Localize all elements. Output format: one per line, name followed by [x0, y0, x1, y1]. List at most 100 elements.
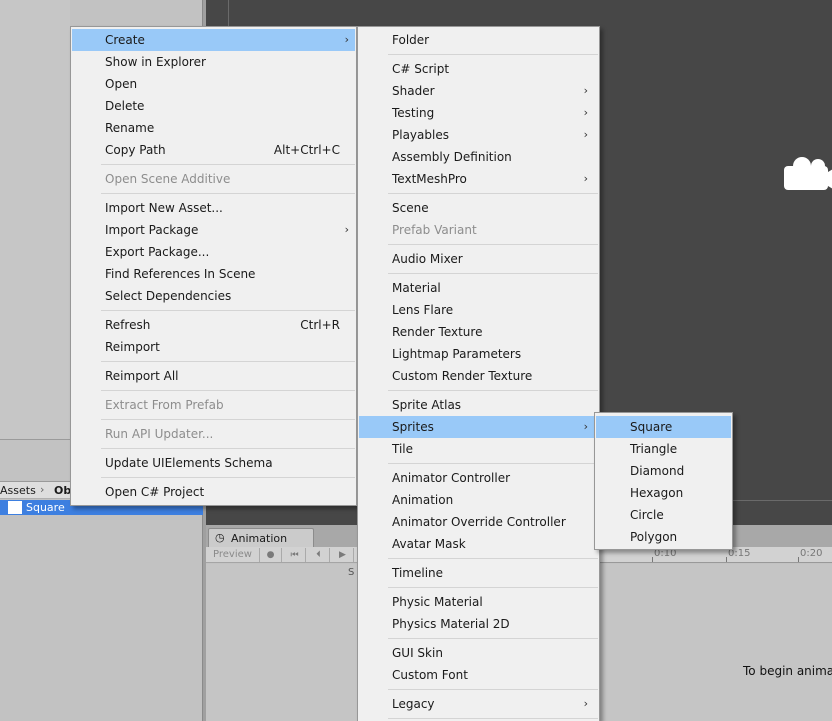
menu-item-label: Animator Override Controller — [392, 515, 566, 529]
menu-item-physics-material-2d[interactable]: Physics Material 2D — [359, 613, 598, 635]
timeline-tick-label: 0:20 — [800, 548, 823, 559]
menu-item-label: Scene — [392, 201, 429, 215]
menu-item-folder[interactable]: Folder — [359, 29, 598, 51]
menu-item-tile[interactable]: Tile — [359, 438, 598, 460]
menu-item-show-in-explorer[interactable]: Show in Explorer — [72, 51, 355, 73]
menu-item-open-csharp-project[interactable]: Open C# Project — [72, 481, 355, 503]
menu-item-shader[interactable]: Shader › — [359, 80, 598, 102]
menu-item-import-new-asset[interactable]: Import New Asset... — [72, 197, 355, 219]
menu-item-square[interactable]: Square — [596, 416, 731, 438]
menu-item-label: Create — [105, 33, 145, 47]
menu-item-circle[interactable]: Circle — [596, 504, 731, 526]
preview-button[interactable]: Preview — [208, 548, 260, 562]
menu-item-diamond[interactable]: Diamond — [596, 460, 731, 482]
menu-item-textmeshpro[interactable]: TextMeshPro › — [359, 168, 598, 190]
menu-item-refresh[interactable]: Refresh Ctrl+R — [72, 314, 355, 336]
menu-item-open-scene-additive: Open Scene Additive — [72, 168, 355, 190]
project-folder-pane — [0, 0, 70, 440]
play-button[interactable]: ▶ — [332, 548, 354, 562]
menu-item-label: Physic Material — [392, 595, 483, 609]
menu-item-import-package[interactable]: Import Package › — [72, 219, 355, 241]
menu-item-playables[interactable]: Playables › — [359, 124, 598, 146]
menu-item-run-api-updater: Run API Updater... — [72, 423, 355, 445]
menu-item-reimport[interactable]: Reimport — [72, 336, 355, 358]
menu-item-lightmap-parameters[interactable]: Lightmap Parameters — [359, 343, 598, 365]
animation-message: To begin anima — [743, 664, 832, 678]
menu-item-animator-override-controller[interactable]: Animator Override Controller — [359, 511, 598, 533]
menu-item-label: Import New Asset... — [105, 201, 223, 215]
menu-item-rename[interactable]: Rename — [72, 117, 355, 139]
chevron-right-icon: › — [583, 128, 588, 141]
menu-item-animator-controller[interactable]: Animator Controller — [359, 467, 598, 489]
menu-item-legacy[interactable]: Legacy › — [359, 693, 598, 715]
menu-item-custom-font[interactable]: Custom Font — [359, 664, 598, 686]
menu-item-audio-mixer[interactable]: Audio Mixer — [359, 248, 598, 270]
menu-item-shortcut: Alt+Ctrl+C — [273, 143, 340, 157]
tab-animation[interactable]: ◷ Animation — [208, 528, 314, 547]
menu-separator — [101, 477, 355, 478]
menu-item-label: Custom Render Texture — [392, 369, 533, 383]
breadcrumb-assets[interactable]: Assets — [0, 484, 36, 497]
menu-item-copy-path[interactable]: Copy Path Alt+Ctrl+C — [72, 139, 355, 161]
chevron-right-icon: › — [344, 33, 349, 46]
menu-item-export-package[interactable]: Export Package... — [72, 241, 355, 263]
menu-separator — [388, 587, 598, 588]
menu-item-triangle[interactable]: Triangle — [596, 438, 731, 460]
chevron-right-icon: › — [344, 223, 349, 236]
menu-item-label: Shader — [392, 84, 435, 98]
menu-item-sprite-atlas[interactable]: Sprite Atlas — [359, 394, 598, 416]
menu-item-label: Tile — [392, 442, 414, 456]
menu-separator — [101, 448, 355, 449]
menu-item-render-texture[interactable]: Render Texture — [359, 321, 598, 343]
menu-item-scene[interactable]: Scene — [359, 197, 598, 219]
menu-item-label: Triangle — [630, 442, 678, 456]
menu-item-label: GUI Skin — [392, 646, 443, 660]
prev-keyframe-icon[interactable]: ⏴ — [308, 548, 330, 562]
menu-item-gui-skin[interactable]: GUI Skin — [359, 642, 598, 664]
menu-item-polygon[interactable]: Polygon — [596, 526, 731, 548]
menu-item-hexagon[interactable]: Hexagon — [596, 482, 731, 504]
create-submenu: Folder C# Script Shader › Testing › Playab… — [357, 26, 600, 721]
animation-cut-label: S — [348, 567, 355, 578]
breadcrumb-folder[interactable]: Ob — [54, 484, 71, 497]
menu-item-extract-from-prefab: Extract From Prefab — [72, 394, 355, 416]
menu-item-lens-flare[interactable]: Lens Flare — [359, 299, 598, 321]
menu-item-label: Physics Material 2D — [392, 617, 510, 631]
menu-item-update-uielements-schema[interactable]: Update UIElements Schema — [72, 452, 355, 474]
timeline-tick — [652, 557, 653, 562]
menu-item-testing[interactable]: Testing › — [359, 102, 598, 124]
first-keyframe-icon[interactable]: ⏮ — [284, 548, 306, 562]
menu-item-assembly-definition[interactable]: Assembly Definition — [359, 146, 598, 168]
chevron-right-icon: › — [583, 106, 588, 119]
menu-separator — [388, 244, 598, 245]
menu-item-label: Show in Explorer — [105, 55, 206, 69]
menu-item-reimport-all[interactable]: Reimport All — [72, 365, 355, 387]
menu-item-material[interactable]: Material — [359, 277, 598, 299]
menu-item-label: Render Texture — [392, 325, 483, 339]
menu-item-timeline[interactable]: Timeline — [359, 562, 598, 584]
menu-item-label: Update UIElements Schema — [105, 456, 273, 470]
menu-item-physic-material[interactable]: Physic Material — [359, 591, 598, 613]
menu-item-label: Animation — [392, 493, 454, 507]
menu-item-label: Find References In Scene — [105, 267, 256, 281]
menu-item-label: Animator Controller — [392, 471, 511, 485]
menu-item-custom-render-texture[interactable]: Custom Render Texture — [359, 365, 598, 387]
menu-item-create[interactable]: Create › — [72, 29, 355, 51]
menu-item-label: Timeline — [392, 566, 444, 580]
menu-item-open[interactable]: Open — [72, 73, 355, 95]
menu-item-delete[interactable]: Delete — [72, 95, 355, 117]
record-button[interactable]: ● — [260, 548, 282, 562]
menu-item-label: Lightmap Parameters — [392, 347, 522, 361]
menu-item-label: TextMeshPro — [392, 172, 467, 186]
menu-item-csharp-script[interactable]: C# Script — [359, 58, 598, 80]
menu-item-label: Avatar Mask — [392, 537, 466, 551]
menu-item-label: Sprite Atlas — [392, 398, 462, 412]
menu-separator — [101, 310, 355, 311]
camera-gizmo-icon[interactable] — [778, 152, 832, 198]
menu-item-sprites[interactable]: Sprites › — [359, 416, 598, 438]
menu-separator — [101, 390, 355, 391]
menu-item-find-references[interactable]: Find References In Scene — [72, 263, 355, 285]
menu-item-avatar-mask[interactable]: Avatar Mask — [359, 533, 598, 555]
menu-item-select-dependencies[interactable]: Select Dependencies — [72, 285, 355, 307]
menu-item-animation[interactable]: Animation — [359, 489, 598, 511]
